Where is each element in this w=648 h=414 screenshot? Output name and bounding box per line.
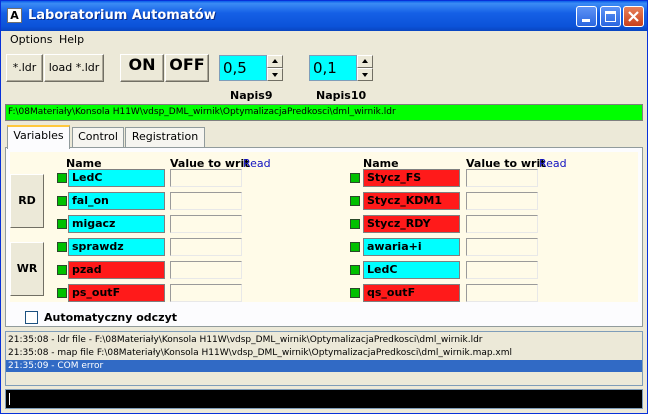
napis10-spin-up[interactable]: [357, 55, 373, 68]
text-caret: [9, 393, 10, 405]
rd-button[interactable]: RD: [10, 174, 44, 228]
value-to-write-input[interactable]: [466, 284, 538, 302]
status-led-icon: [57, 219, 67, 229]
value-to-write-input[interactable]: [170, 192, 242, 210]
napis10-label: Napis10: [316, 89, 367, 102]
napis9-spin-input[interactable]: 0,5: [219, 55, 267, 81]
variable-name-field[interactable]: LedC: [363, 261, 460, 279]
status-led-icon: [350, 288, 360, 298]
minimize-icon: [582, 19, 590, 22]
arrow-up-icon: [272, 59, 278, 63]
status-led-icon: [57, 288, 67, 298]
window-title: Laboratorium Automatów: [28, 8, 216, 23]
read-value-cell: [244, 284, 340, 302]
minimize-button[interactable]: [576, 6, 597, 27]
read-value-cell: [244, 215, 340, 233]
read-value-cell: [244, 261, 340, 279]
napis9-spin-up[interactable]: [267, 55, 283, 68]
main-window: A Laboratorium Automatów Options Help *.…: [0, 0, 648, 414]
status-led-icon: [57, 265, 67, 275]
log-list[interactable]: 21:35:08 - ldr file - F:\08Materiały\Kon…: [5, 331, 643, 386]
value-to-write-input[interactable]: [170, 215, 242, 233]
status-led-icon: [57, 196, 67, 206]
menu-help[interactable]: Help: [59, 33, 84, 46]
log-line[interactable]: 21:35:08 - ldr file - F:\08Materiały\Kon…: [8, 334, 483, 346]
variable-name-field[interactable]: Stycz_KDM1: [363, 192, 460, 210]
variable-name-field[interactable]: awaria+i: [363, 238, 460, 256]
read-value-cell: [540, 284, 636, 302]
read-value-cell: [244, 238, 340, 256]
close-button[interactable]: [623, 6, 644, 27]
app-icon[interactable]: A: [7, 8, 22, 23]
wr-button[interactable]: WR: [10, 242, 44, 296]
variable-name-field[interactable]: fal_on: [68, 192, 165, 210]
variable-name-field[interactable]: pzad: [68, 261, 165, 279]
napis10-spin-down[interactable]: [357, 68, 373, 81]
close-icon: [628, 11, 639, 22]
arrow-down-icon: [362, 73, 368, 77]
status-led-icon: [350, 265, 360, 275]
off-button[interactable]: OFF: [165, 54, 209, 82]
value-to-write-input[interactable]: [170, 284, 242, 302]
napis10-spin-buttons: [357, 55, 373, 81]
log-line[interactable]: 21:35:08 - map file F:\08Materiały\Konso…: [8, 347, 512, 359]
ldr-button[interactable]: *.ldr: [6, 54, 43, 82]
variable-name-field[interactable]: qs_outF: [363, 284, 460, 302]
napis10-spin-input[interactable]: 0,1: [309, 55, 357, 81]
status-led-icon: [57, 173, 67, 183]
log-line-selected[interactable]: 21:35:09 - COM error: [6, 360, 642, 372]
maximize-icon: [605, 11, 616, 22]
auto-read-label: Automatyczny odczyt: [44, 311, 178, 324]
variable-name-field[interactable]: sprawdz: [68, 238, 165, 256]
read-value-cell: [244, 192, 340, 210]
variable-name-field[interactable]: ps_outF: [68, 284, 165, 302]
load-ldr-button[interactable]: load *.ldr: [44, 54, 104, 82]
variables-grid: Name Value to writ Read Name Value to wr…: [10, 152, 638, 302]
file-path-bar: F:\08Materiały\Konsola H11W\vdsp_DML_wir…: [5, 104, 643, 121]
arrow-up-icon: [362, 59, 368, 63]
command-input[interactable]: [5, 389, 643, 409]
maximize-button[interactable]: [600, 6, 621, 27]
value-to-write-input[interactable]: [466, 192, 538, 210]
tab-registration[interactable]: Registration: [125, 127, 205, 147]
variable-name-field[interactable]: migacz: [68, 215, 165, 233]
title-bar[interactable]: A Laboratorium Automatów: [1, 1, 647, 31]
read-value-cell: [540, 215, 636, 233]
tab-variables[interactable]: Variables: [7, 125, 70, 149]
tab-control[interactable]: Control: [72, 127, 124, 147]
read-value-cell: [540, 238, 636, 256]
read-value-cell: [540, 261, 636, 279]
value-to-write-input[interactable]: [466, 238, 538, 256]
value-to-write-input[interactable]: [170, 238, 242, 256]
read-value-cell: [244, 169, 340, 187]
value-to-write-input[interactable]: [466, 215, 538, 233]
value-to-write-input[interactable]: [170, 261, 242, 279]
menu-bar: Options Help: [1, 31, 647, 49]
napis9-spin-buttons: [267, 55, 283, 81]
variable-name-field[interactable]: LedC: [68, 169, 165, 187]
auto-read-checkbox[interactable]: [25, 311, 38, 324]
variable-name-field[interactable]: Stycz_RDY: [363, 215, 460, 233]
napis9-label: Napis9: [230, 89, 273, 102]
menu-options[interactable]: Options: [10, 33, 52, 46]
status-led-icon: [350, 242, 360, 252]
variable-name-field[interactable]: Stycz_FS: [363, 169, 460, 187]
arrow-down-icon: [272, 73, 278, 77]
status-led-icon: [350, 196, 360, 206]
value-to-write-input[interactable]: [466, 169, 538, 187]
variables-panel: Name Value to writ Read Name Value to wr…: [5, 147, 643, 327]
status-led-icon: [57, 242, 67, 252]
value-to-write-input[interactable]: [170, 169, 242, 187]
value-to-write-input[interactable]: [466, 261, 538, 279]
napis9-spin-down[interactable]: [267, 68, 283, 81]
read-value-cell: [540, 192, 636, 210]
status-led-icon: [350, 219, 360, 229]
status-led-icon: [350, 173, 360, 183]
on-button[interactable]: ON: [120, 54, 164, 82]
read-value-cell: [540, 169, 636, 187]
